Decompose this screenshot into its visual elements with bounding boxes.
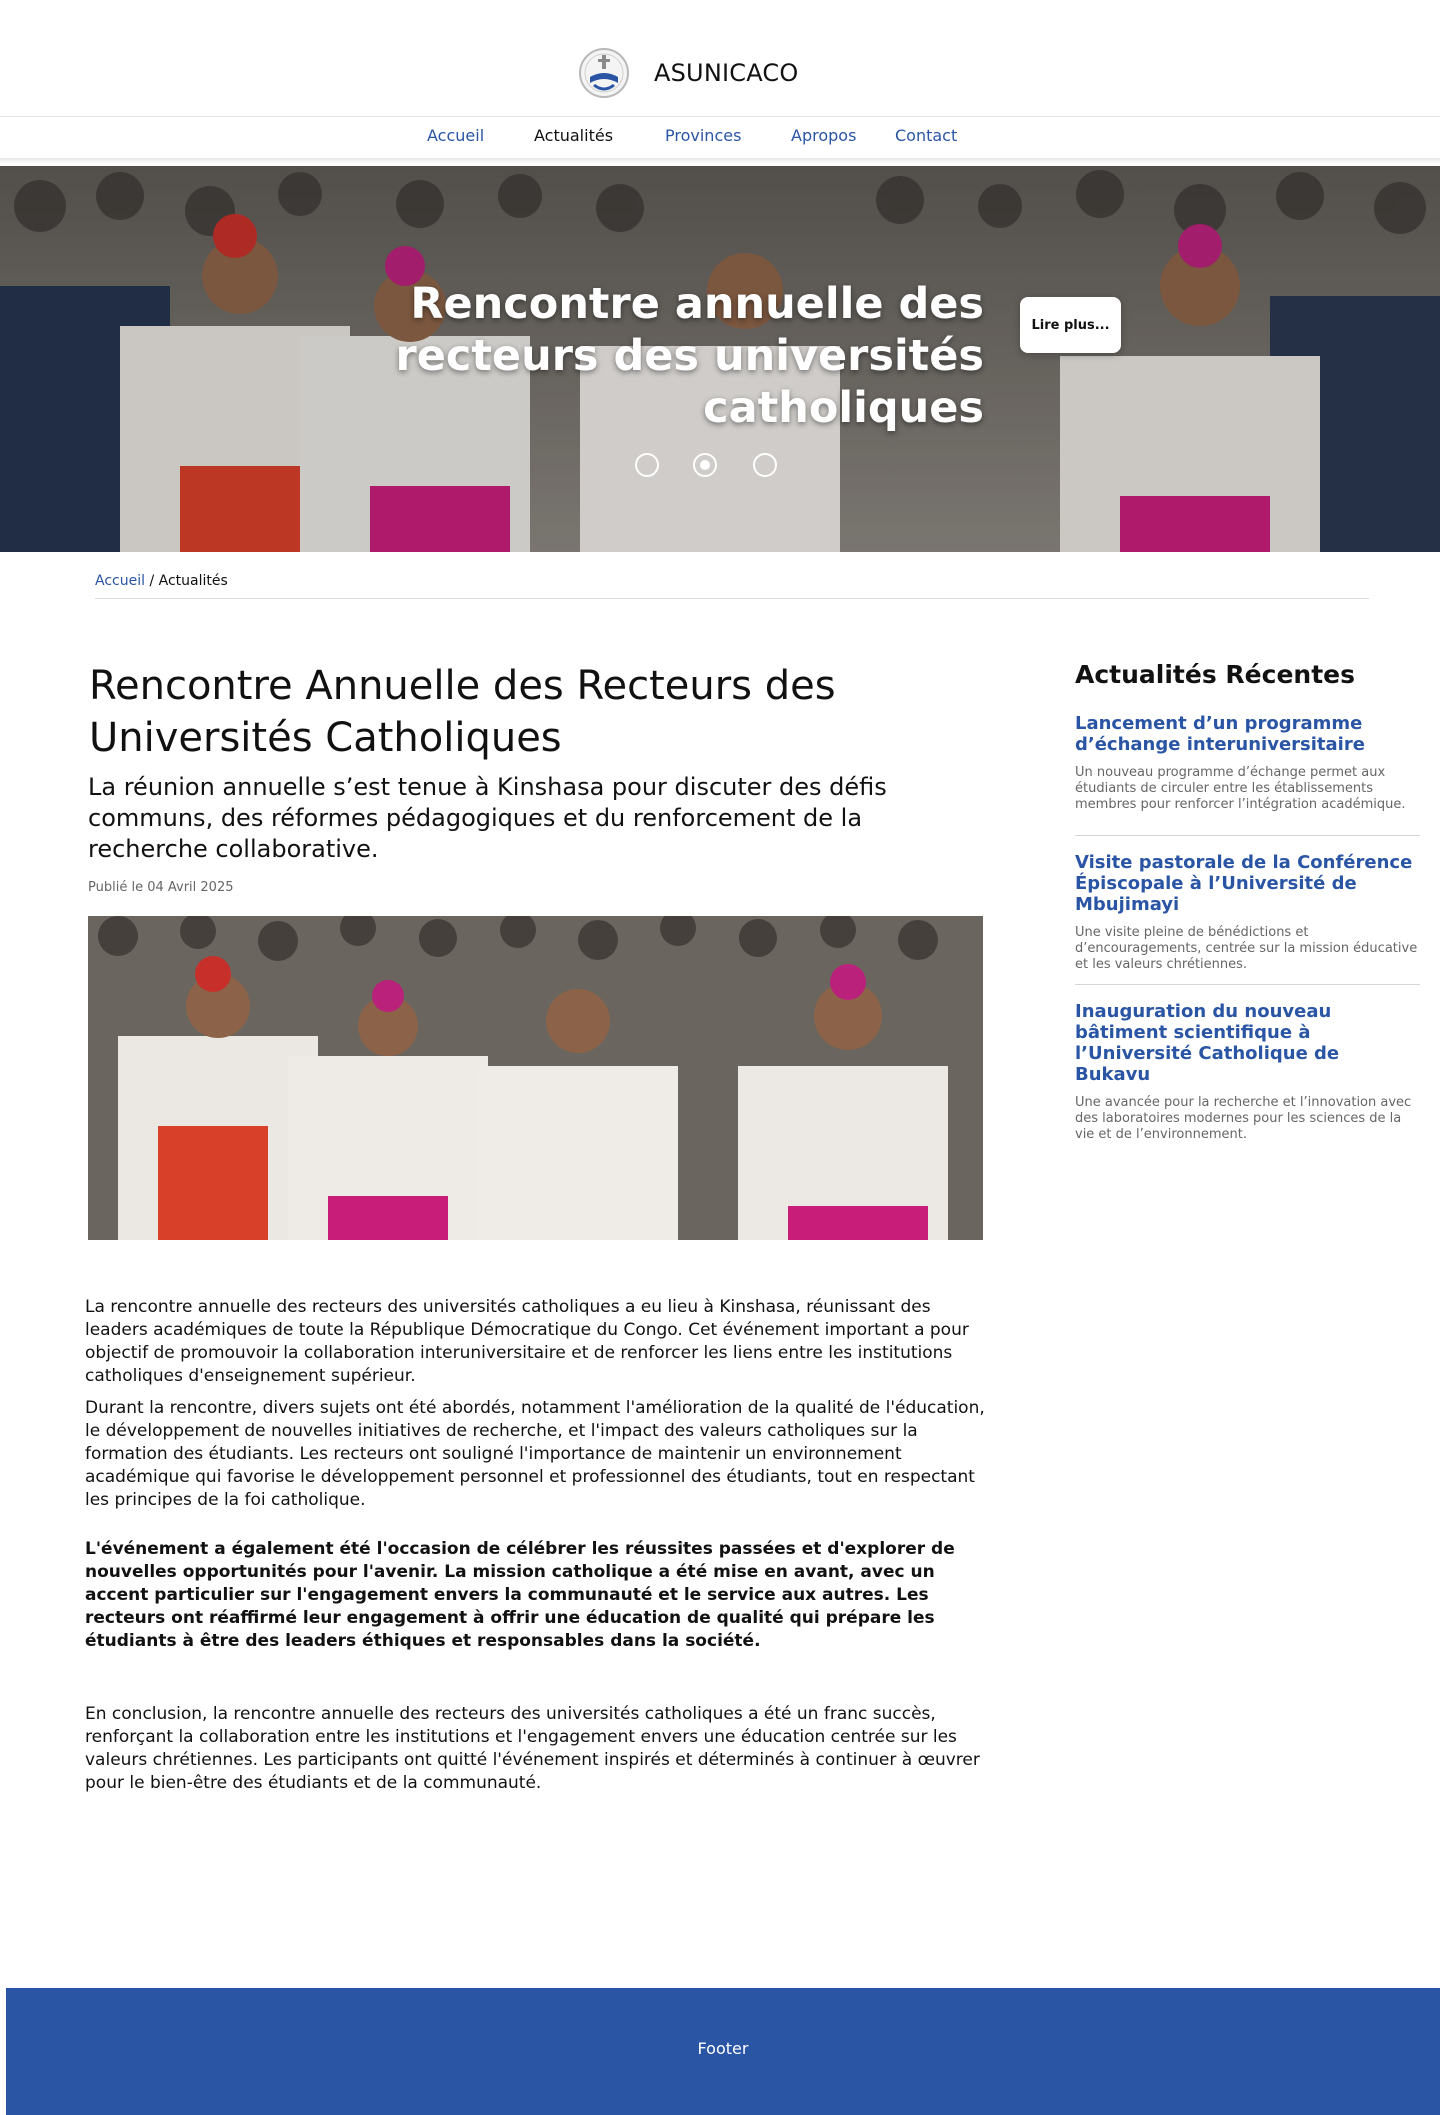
nav-item-contact[interactable]: Contact [895,126,957,145]
sidebar-title: Actualités Récentes [1075,660,1355,689]
sidebar-news-excerpt: Une visite pleine de bénédictions et d’e… [1075,925,1418,972]
article-title: Rencontre Annuelle des Recteurs des Univ… [89,663,836,761]
article-photo [88,916,983,1240]
carousel-dot-2[interactable] [693,453,717,477]
sidebar-divider [1075,835,1420,836]
nav-item-actualites[interactable]: Actualités [534,126,613,145]
brand-name: ASUNICACO [654,59,799,87]
hero-title: Rencontre annuelle des recteurs des univ… [395,279,984,433]
university-crest-icon [576,47,632,99]
breadcrumb-home-link[interactable]: Accueil [95,573,145,589]
article-date: Publié le 04 Avril 2025 [88,880,234,895]
carousel-dot-1[interactable] [635,453,659,477]
sidebar-news-excerpt: Une avancée pour la recherche et l’innov… [1075,1095,1412,1142]
sidebar-divider [1075,984,1420,985]
breadcrumb-separator: / [149,573,155,589]
sidebar-news-title[interactable]: Lancement d’un programme d’échange inter… [1075,713,1420,755]
nav-shadow [0,158,1440,164]
sidebar-news-item[interactable]: Inauguration du nouveau bâtiment scienti… [1075,1001,1420,1143]
nav-item-accueil[interactable]: Accueil [427,126,484,145]
footer-label: Footer [697,2039,749,2058]
header-divider [0,116,1440,117]
nav-item-apropos[interactable]: Apropos [791,126,856,145]
sidebar-news-item[interactable]: Visite pastorale de la Conférence Épisco… [1075,852,1420,973]
breadcrumb: Accueil / Actualités [95,573,228,589]
article-paragraph-1: La rencontre annuelle des recteurs des u… [85,1297,969,1386]
nav-item-provinces[interactable]: Provinces [665,126,741,145]
sidebar-news-title[interactable]: Inauguration du nouveau bâtiment scienti… [1075,1001,1420,1085]
site-brand[interactable]: ASUNICACO [576,47,799,99]
main-nav: Accueil Actualités Provinces Apropos Con… [0,126,1440,152]
breadcrumb-current: Actualités [158,573,228,589]
article-paragraph-3: L'événement a également été l'occasion d… [85,1539,955,1651]
sidebar-news-excerpt: Un nouveau programme d’échange permet au… [1075,765,1406,812]
article-paragraph-4: En conclusion, la rencontre annuelle des… [85,1704,980,1793]
article-paragraph-2: Durant la rencontre, divers sujets ont é… [85,1398,985,1510]
sidebar-news-title[interactable]: Visite pastorale de la Conférence Épisco… [1075,852,1420,915]
read-more-button[interactable]: Lire plus... [1020,297,1121,353]
article-lead: La réunion annuelle s’est tenue à Kinsha… [88,773,887,863]
sidebar-news-item[interactable]: Lancement d’un programme d’échange inter… [1075,713,1420,813]
breadcrumb-divider [95,598,1369,599]
site-footer: Footer [6,1988,1440,2115]
hero-carousel: Rencontre annuelle des recteurs des univ… [0,166,1440,552]
carousel-dot-3[interactable] [753,453,777,477]
